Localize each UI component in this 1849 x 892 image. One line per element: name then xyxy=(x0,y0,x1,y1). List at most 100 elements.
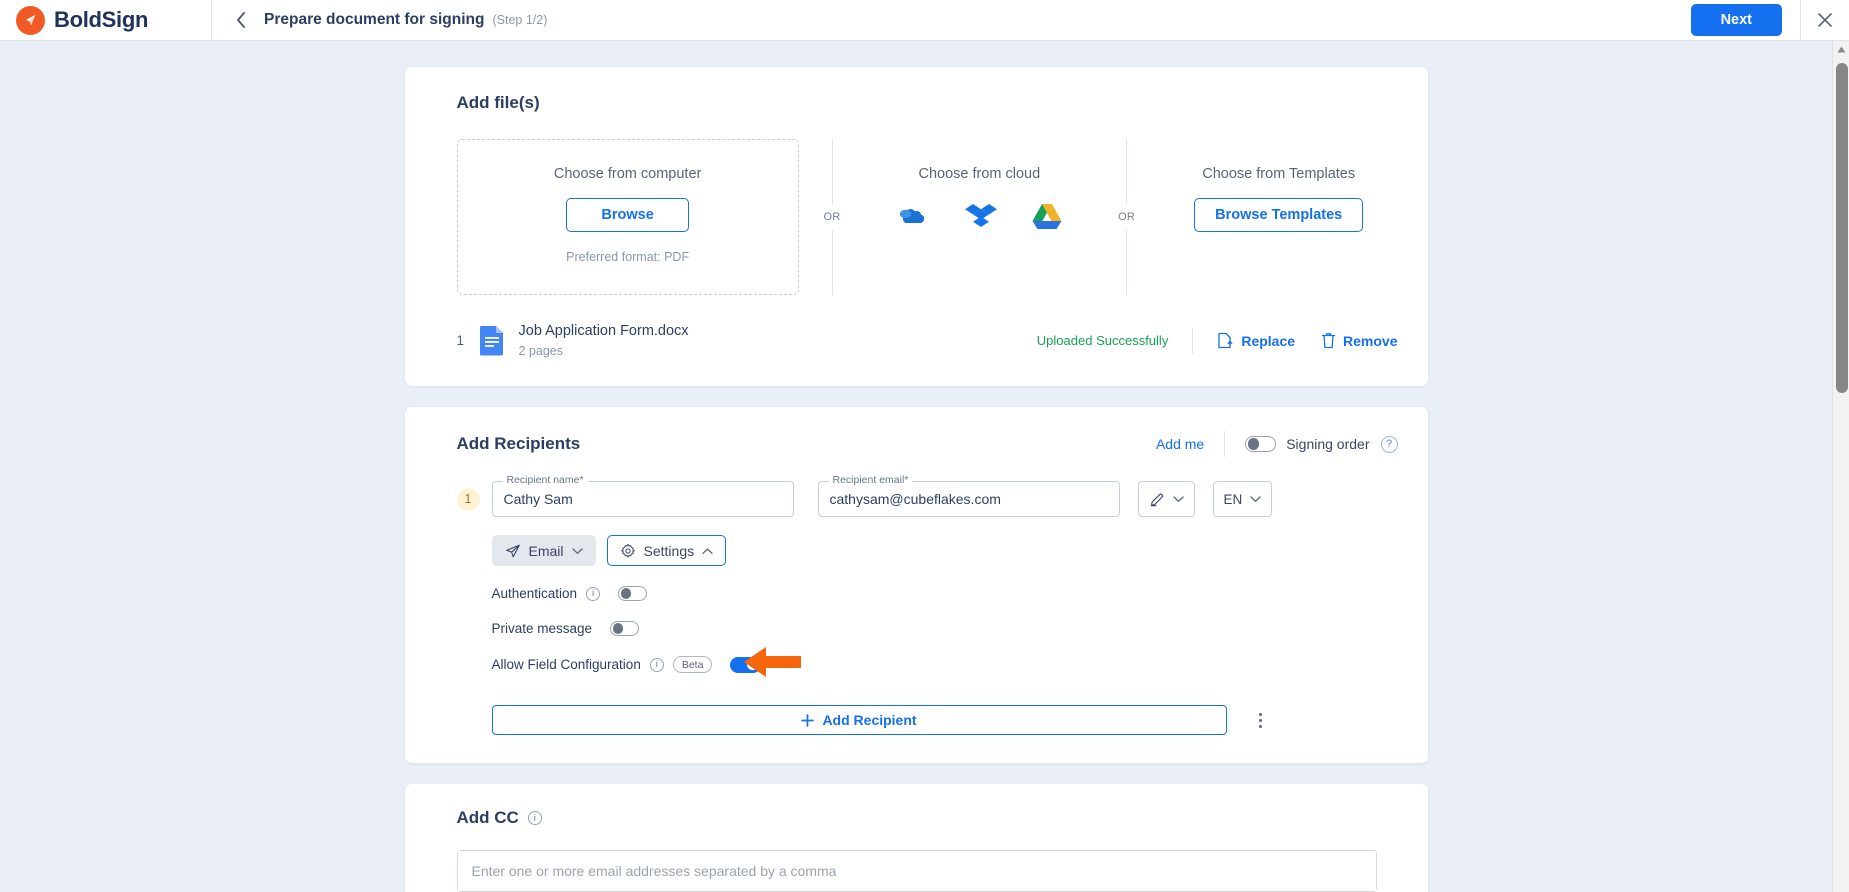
recipients-header: Add Recipients Add me Signing order ? xyxy=(457,431,1398,457)
recipients-header-divider xyxy=(1224,431,1226,457)
add-recipient-button[interactable]: Add Recipient xyxy=(491,705,1227,735)
or-label-2: OR xyxy=(1118,211,1136,223)
gear-icon xyxy=(620,543,635,558)
replace-icon xyxy=(1218,332,1233,349)
file-actions-divider xyxy=(1192,327,1194,354)
add-files-title: Add file(s) xyxy=(456,93,540,112)
page-content: Add file(s) Choose from computer Browse … xyxy=(0,41,1832,892)
recipient-email-legend: Recipient email* xyxy=(828,474,913,486)
recipient-index-badge: 1 xyxy=(456,487,480,511)
plus-icon xyxy=(801,713,815,727)
close-icon[interactable] xyxy=(1801,0,1849,41)
recipient-name-input[interactable] xyxy=(492,482,793,516)
cloud-provider-list xyxy=(865,202,1093,230)
browse-button[interactable]: Browse xyxy=(566,198,689,232)
cc-email-field[interactable] xyxy=(456,850,1377,892)
setting-private-message: Private message xyxy=(492,621,1398,636)
add-me-link[interactable]: Add me xyxy=(1156,436,1204,452)
upload-options-row: Choose from computer Browse Preferred fo… xyxy=(456,139,1398,295)
scroll-area: Add file(s) Choose from computer Browse … xyxy=(0,41,1832,892)
next-button[interactable]: Next xyxy=(1690,4,1782,36)
file-pages: 2 pages xyxy=(518,344,563,358)
or-line-top-2 xyxy=(1126,139,1128,204)
onedrive-icon[interactable] xyxy=(896,202,930,230)
recipient-name-field[interactable]: Recipient name* xyxy=(491,474,794,517)
vertical-scrollbar[interactable] xyxy=(1832,41,1849,892)
file-index: 1 xyxy=(456,333,465,348)
recipient-row: 1 Recipient name* Recipient email* xyxy=(456,474,1398,517)
recipient-actions-row: Email Settings xyxy=(491,535,1398,566)
or-separator-1: OR xyxy=(799,139,866,295)
remove-label: Remove xyxy=(1343,332,1398,349)
signing-order-toggle[interactable] xyxy=(1245,436,1277,452)
preferred-format-hint: Preferred format: PDF xyxy=(566,250,690,264)
app-header: BoldSign Prepare document for signing (S… xyxy=(0,0,1849,41)
authentication-toggle[interactable] xyxy=(618,586,648,601)
add-recipients-card: Add Recipients Add me Signing order ? 1 … xyxy=(404,407,1428,763)
replace-file-button[interactable]: Replace xyxy=(1217,332,1295,349)
or-separator-2: OR xyxy=(1093,139,1160,295)
setting-label: Authentication xyxy=(491,586,578,601)
add-recipient-label: Add Recipient xyxy=(822,712,917,728)
language-value: EN xyxy=(1223,491,1243,507)
header-actions: Next xyxy=(1690,0,1849,41)
uploaded-file-row: 1 Job Application Form.docx 2 pages Uplo… xyxy=(457,323,1398,358)
add-cc-title: Add CC xyxy=(456,808,519,827)
scrollbar-thumb[interactable] xyxy=(1835,63,1848,393)
chevron-left-icon[interactable] xyxy=(230,9,252,31)
add-cc-card: Add CC i xyxy=(404,784,1428,892)
recipient-email-input[interactable] xyxy=(818,482,1119,516)
chevron-down-icon xyxy=(1250,496,1261,502)
add-recipient-row: Add Recipient xyxy=(491,705,1398,735)
browse-templates-button[interactable]: Browse Templates xyxy=(1194,198,1364,232)
setting-label: Allow Field Configuration xyxy=(491,657,641,672)
document-icon xyxy=(479,325,505,356)
cc-email-input[interactable] xyxy=(457,851,1376,891)
question-mark-icon[interactable]: ? xyxy=(1380,435,1398,453)
choose-from-computer-dropzone[interactable]: Choose from computer Browse Preferred fo… xyxy=(456,139,799,295)
kebab-menu-icon[interactable] xyxy=(1251,708,1271,732)
email-delivery-button[interactable]: Email xyxy=(491,535,596,566)
setting-label: Private message xyxy=(491,621,593,636)
file-name: Job Application Form.docx xyxy=(518,323,689,339)
dropbox-icon[interactable] xyxy=(965,202,998,230)
remove-file-button[interactable]: Remove xyxy=(1321,332,1398,349)
settings-button-label: Settings xyxy=(643,542,695,559)
trash-icon xyxy=(1321,333,1336,349)
page-title: Prepare document for signing xyxy=(264,11,485,28)
recipient-name-legend: Recipient name* xyxy=(502,474,588,486)
brand-logo: BoldSign xyxy=(0,0,212,41)
boldsign-logo-icon xyxy=(16,5,45,35)
step-indicator: (Step 1/2) xyxy=(492,13,548,27)
or-line-bottom xyxy=(831,230,833,295)
setting-authentication: Authentication i xyxy=(492,586,1398,601)
recipient-email-field[interactable]: Recipient email* xyxy=(817,474,1120,517)
signature-pen-icon xyxy=(1150,493,1163,507)
private-message-toggle[interactable] xyxy=(610,621,640,636)
allow-field-configuration-toggle[interactable] xyxy=(730,656,762,673)
signature-type-dropdown[interactable] xyxy=(1137,481,1195,517)
scroll-up-arrow-icon[interactable] xyxy=(1833,41,1849,58)
or-label-1: OR xyxy=(823,211,841,223)
setting-allow-field-configuration: Allow Field Configuration i Beta xyxy=(492,656,1398,673)
replace-label: Replace xyxy=(1241,332,1296,349)
add-recipients-title: Add Recipients xyxy=(456,434,581,453)
chevron-down-icon xyxy=(571,547,583,554)
google-drive-icon[interactable] xyxy=(1032,202,1062,230)
settings-button[interactable]: Settings xyxy=(606,535,727,566)
choose-from-computer-label: Choose from computer xyxy=(553,166,702,182)
app-root: BoldSign Prepare document for signing (S… xyxy=(0,0,1849,892)
choose-from-cloud-label: Choose from cloud xyxy=(918,166,1041,182)
brand-name: BoldSign xyxy=(54,7,149,32)
language-dropdown[interactable]: EN xyxy=(1212,481,1273,517)
upload-status: Uploaded Successfully xyxy=(1036,333,1169,348)
file-meta: Job Application Form.docx 2 pages xyxy=(519,323,689,358)
info-icon[interactable]: i xyxy=(527,811,542,825)
or-line-top xyxy=(831,139,833,204)
choose-from-templates-label: Choose from Templates xyxy=(1202,166,1356,182)
add-cc-header: Add CC i xyxy=(457,808,1398,828)
info-icon[interactable]: i xyxy=(586,586,601,601)
info-icon[interactable]: i xyxy=(649,657,664,672)
choose-from-cloud-section: Choose from cloud xyxy=(865,139,1093,295)
chevron-down-icon xyxy=(1172,496,1184,502)
